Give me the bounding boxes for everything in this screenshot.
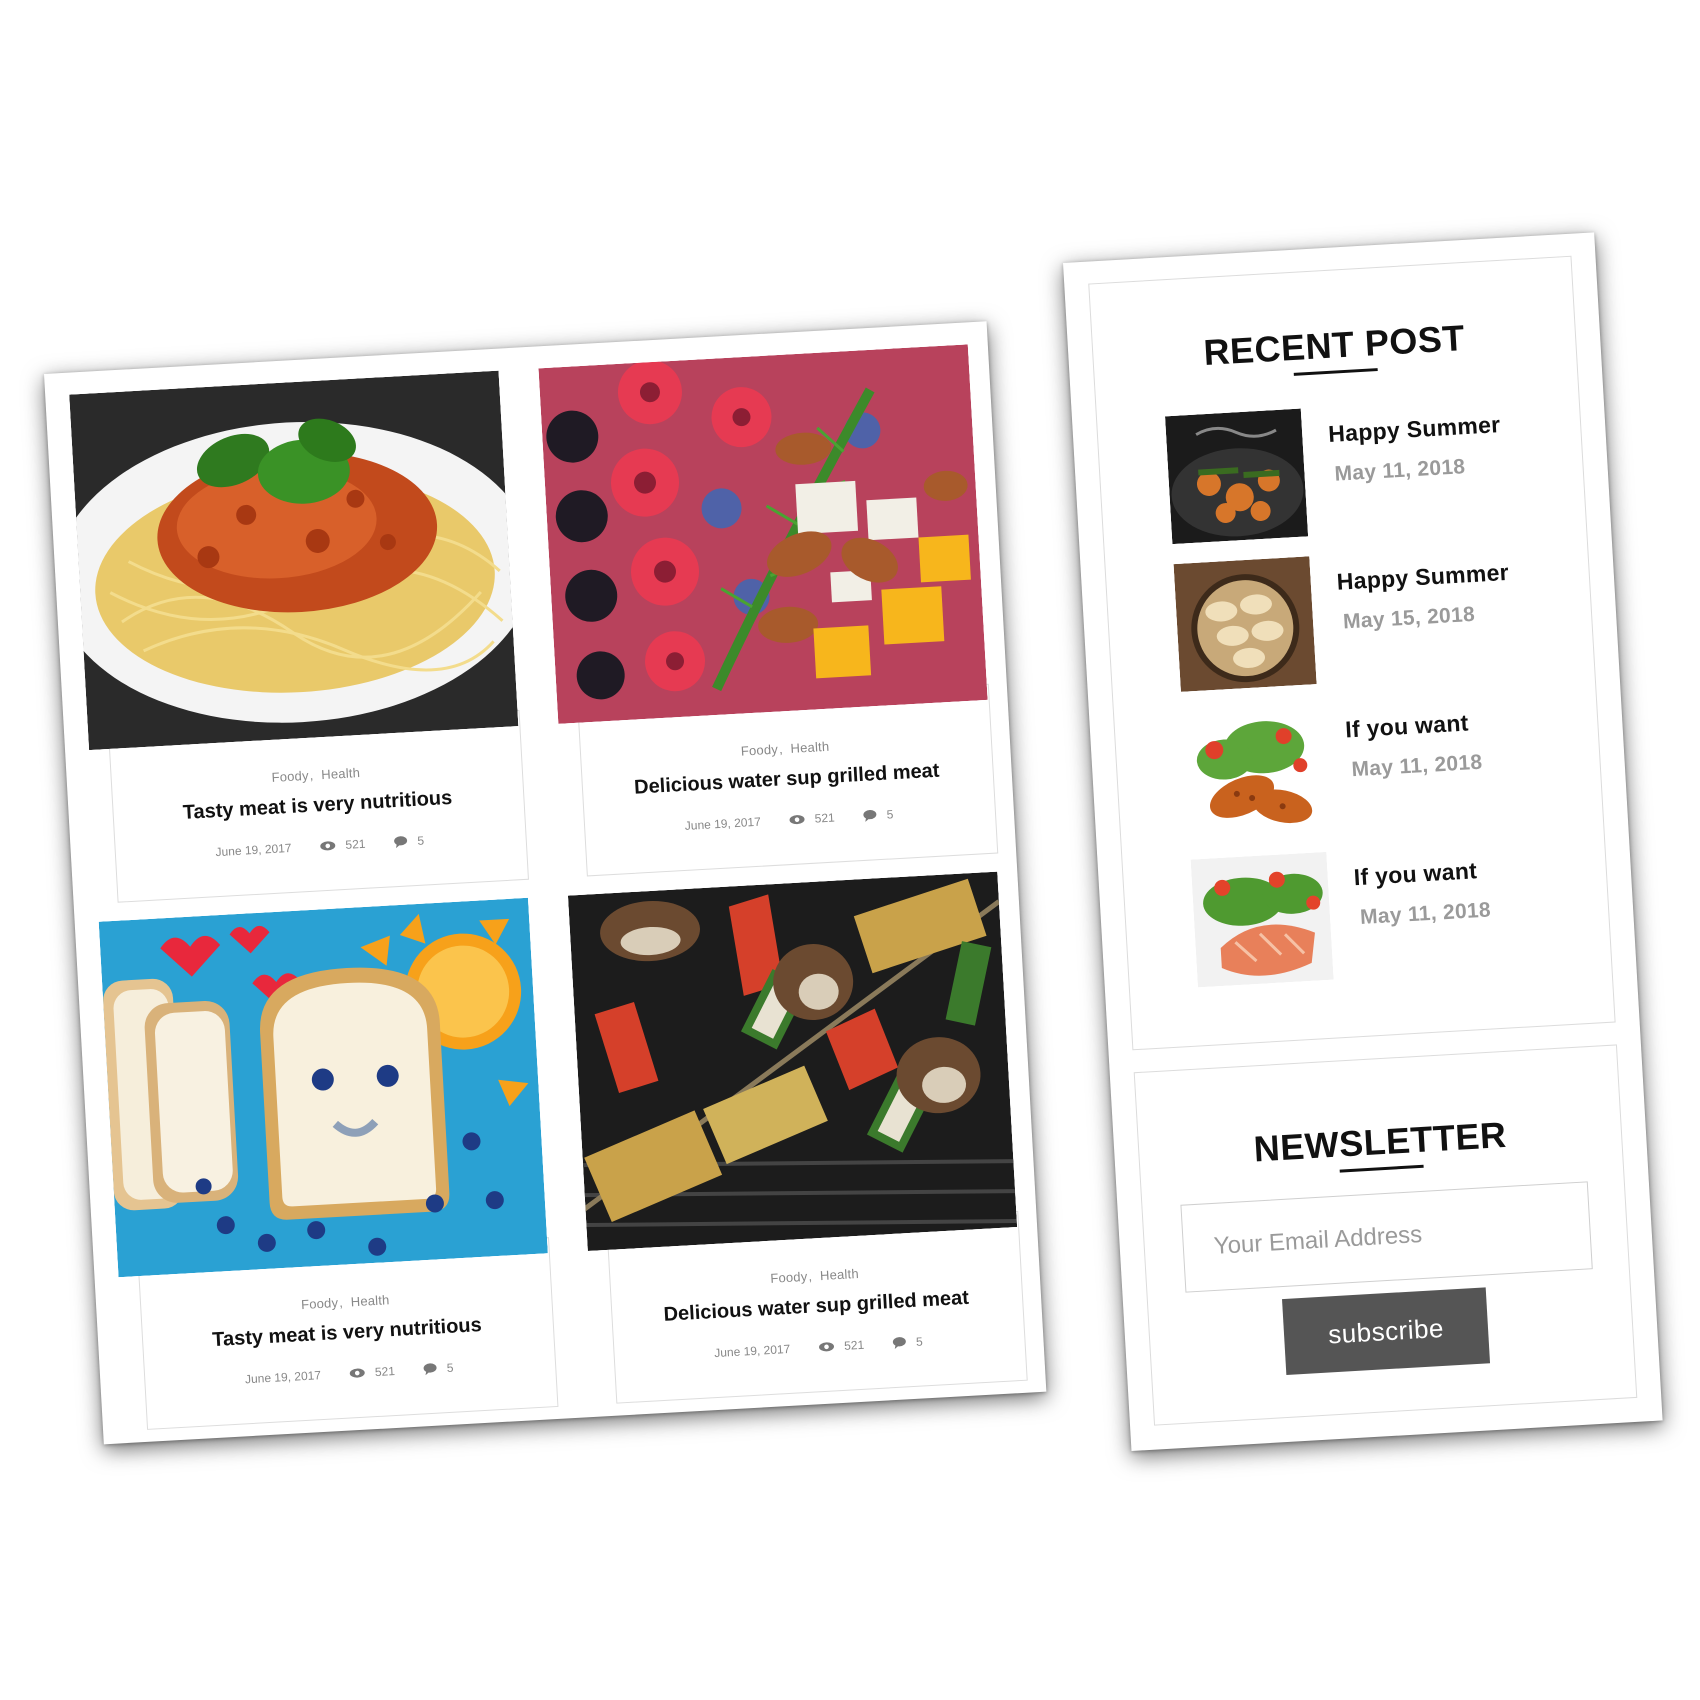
post-image-spaghetti[interactable] (69, 370, 519, 751)
email-field[interactable] (1180, 1181, 1593, 1293)
comment-icon (892, 1337, 906, 1350)
recent-post-thumb[interactable] (1190, 851, 1334, 988)
recent-post-title[interactable]: Happy Summer (1336, 559, 1510, 596)
recent-post-item[interactable]: Happy Summer May 11, 2018 (1164, 393, 1572, 545)
comment-count: 5 (446, 1360, 454, 1376)
view-count: 521 (345, 836, 366, 852)
subscribe-button[interactable]: subscribe (1282, 1287, 1491, 1375)
recent-post-date: May 15, 2018 (1342, 602, 1476, 634)
view-count: 521 (843, 1337, 865, 1353)
category-link[interactable]: Health (321, 765, 361, 782)
category-link[interactable]: Health (350, 1292, 390, 1309)
comment-count: 5 (915, 1334, 924, 1349)
post-card[interactable]: Foody, Health Delicious water sup grille… (538, 344, 999, 877)
heading-underline (1293, 368, 1378, 376)
recent-post-thumb[interactable] (1182, 704, 1326, 840)
recent-post-item[interactable]: If you want May 11, 2018 (1190, 837, 1598, 988)
category-link[interactable]: Foody (301, 1295, 339, 1312)
comment-icon (423, 1363, 437, 1376)
recent-post-widget: RECENT POST Happy Summer May 11, 2018 Ha… (1088, 255, 1616, 1051)
newsletter-widget: NEWSLETTER subscribe (1133, 1044, 1638, 1426)
post-image-grilled-skewers[interactable] (567, 871, 1018, 1252)
comment-count: 5 (416, 833, 425, 848)
recent-post-item[interactable]: Happy Summer May 15, 2018 (1173, 541, 1581, 692)
comment-icon (393, 836, 407, 849)
view-count: 521 (814, 810, 836, 826)
eye-icon (349, 1368, 365, 1378)
recent-post-thumb[interactable] (1164, 408, 1309, 545)
recent-post-title[interactable]: If you want (1345, 709, 1470, 743)
recent-post-thumb[interactable] (1173, 556, 1317, 692)
recent-post-date: May 11, 2018 (1333, 455, 1466, 486)
category-link[interactable]: Foody (740, 742, 778, 759)
post-card[interactable]: Foody, Health Tasty meat is very nutriti… (69, 370, 529, 904)
sidebar-panel: RECENT POST Happy Summer May 11, 2018 Ha… (1063, 232, 1663, 1452)
comment-count: 5 (886, 807, 894, 822)
recent-post-item[interactable]: If you want May 11, 2018 (1182, 689, 1589, 840)
post-image-smoothie-bowl[interactable] (538, 344, 988, 724)
recent-post-date: May 11, 2018 (1359, 898, 1492, 929)
comment-icon (863, 809, 877, 822)
post-card[interactable]: Foody, Health Tasty meat is very nutriti… (98, 897, 559, 1431)
post-grid-panel: Foody, Health Tasty meat is very nutriti… (44, 321, 1047, 1445)
category-link[interactable]: Health (820, 1266, 860, 1283)
post-card[interactable]: Foody, Health Delicious water sup grille… (567, 871, 1028, 1405)
email-input[interactable] (1181, 1182, 1592, 1292)
eye-icon (789, 815, 805, 825)
post-image-bread[interactable] (98, 897, 548, 1278)
category-link[interactable]: Foody (770, 1269, 808, 1286)
eye-icon (319, 841, 335, 851)
eye-icon (818, 1342, 834, 1352)
heading-underline (1339, 1164, 1424, 1173)
recent-post-title[interactable]: If you want (1353, 857, 1478, 891)
category-link[interactable]: Foody (271, 768, 309, 785)
recent-post-title[interactable]: Happy Summer (1328, 411, 1502, 448)
view-count: 521 (374, 1363, 396, 1380)
recent-post-date: May 11, 2018 (1350, 750, 1483, 782)
category-link[interactable]: Health (790, 739, 830, 756)
